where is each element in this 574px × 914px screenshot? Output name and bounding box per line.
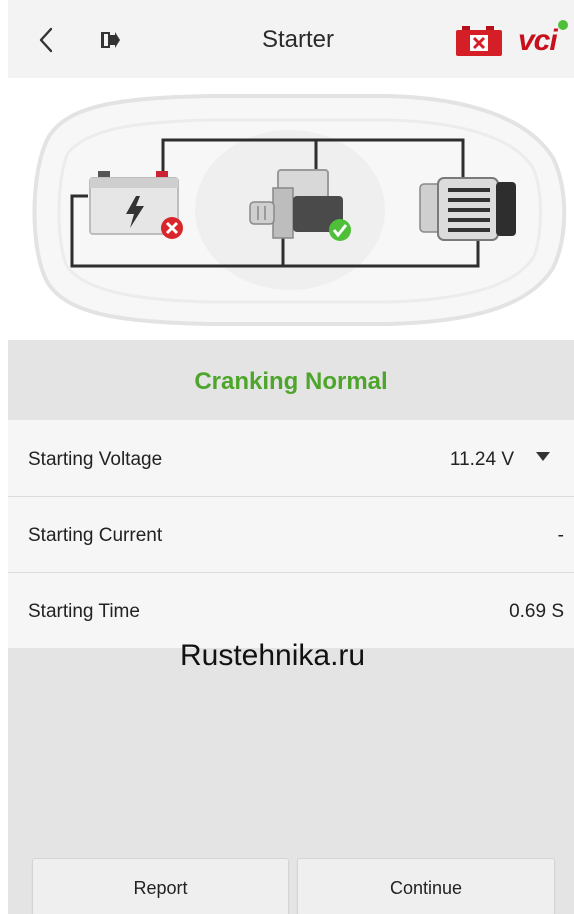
error-badge-icon — [161, 217, 183, 239]
car-diagram-graphic — [32, 94, 567, 326]
battery-status-button[interactable] — [456, 26, 502, 56]
dropdown-arrow-icon[interactable] — [536, 452, 550, 462]
page-title: Starter — [261, 26, 335, 53]
row-label: Starting Current — [28, 525, 163, 546]
continue-button[interactable]: Continue — [297, 858, 555, 914]
exit-icon — [101, 32, 120, 48]
exit-button[interactable] — [92, 22, 128, 58]
measurement-list: Starting Voltage 11.24 V Starting Curren… — [8, 420, 574, 649]
report-button[interactable]: Report — [32, 858, 289, 914]
header-bar: Starter vci — [8, 0, 574, 78]
starter-system-diagram — [8, 78, 574, 340]
row-starting-voltage[interactable]: Starting Voltage 11.24 V — [8, 420, 574, 497]
chevron-left-icon — [39, 27, 53, 53]
check-badge-icon — [329, 219, 351, 241]
row-value: - — [557, 525, 564, 546]
watermark-text: Rustehnika.ru — [180, 639, 366, 672]
row-value: 11.24 V — [449, 449, 514, 470]
vci-connected-indicator — [558, 20, 568, 30]
result-banner: Cranking Normal — [8, 340, 574, 420]
empty-content-area — [8, 648, 574, 848]
bottom-action-bar: Report Continue — [8, 848, 574, 914]
battery-error-icon — [456, 26, 502, 56]
row-label: Starting Voltage — [28, 449, 163, 470]
result-status-text: Cranking Normal — [194, 368, 388, 395]
row-label: Starting Time — [28, 601, 140, 622]
row-starting-current: Starting Current - — [8, 496, 574, 573]
vci-status-button[interactable]: vci — [514, 18, 570, 58]
starter-test-screen: Starter vci Cranking Normal Starting Vol… — [0, 0, 574, 914]
row-value: 0.69 S — [509, 601, 564, 622]
back-button[interactable] — [30, 20, 62, 60]
alternator-icon — [419, 177, 516, 241]
vci-label: vci — [518, 24, 558, 57]
